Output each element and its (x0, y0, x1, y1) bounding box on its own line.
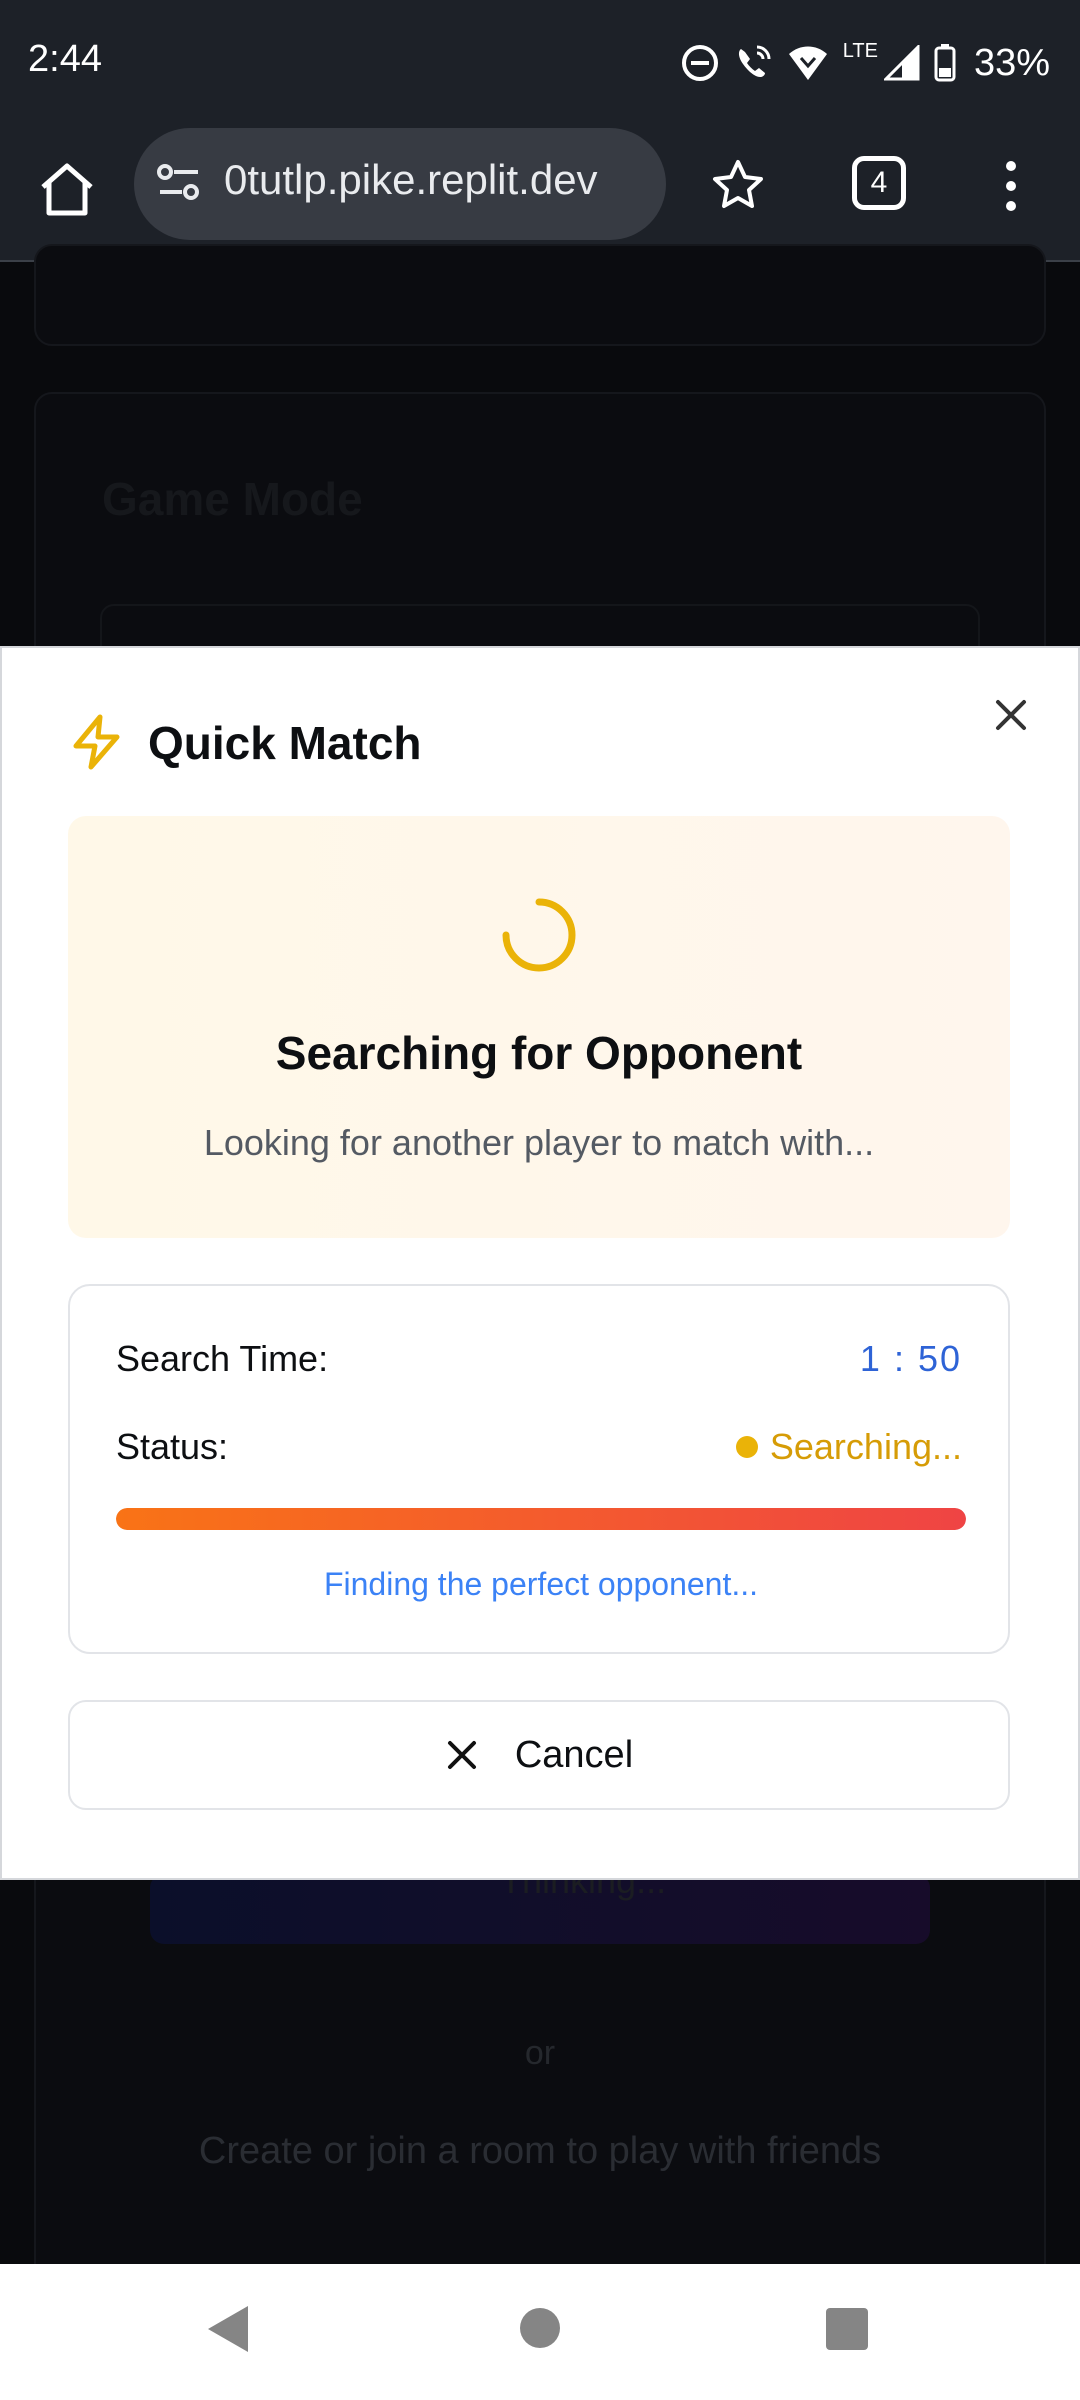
lightning-icon (73, 714, 120, 770)
dialog-title: Quick Match (148, 717, 422, 769)
url-text[interactable]: 0tutlp.pike.replit.dev (224, 156, 654, 204)
do-not-disturb-icon (681, 45, 718, 81)
tab-switcher-button[interactable]: 4 (852, 156, 906, 210)
status-text: Searching... (769, 1426, 962, 1467)
search-progress-bar (116, 1508, 966, 1530)
cancel-button[interactable]: Cancel (68, 1700, 1010, 1810)
search-time-label: Search Time: (116, 1338, 329, 1379)
browser-toolbar: 0tutlp.pike.replit.dev 4 (0, 126, 1080, 262)
home-button[interactable] (34, 156, 100, 222)
navigation-bar (0, 2264, 1080, 2400)
clock: 2:44 (28, 38, 102, 80)
status-value: Searching... (735, 1426, 962, 1468)
status-icons: LTE 33% (681, 38, 1050, 88)
status-label: Status: (116, 1426, 229, 1467)
battery-percent: 33% (973, 41, 1050, 84)
search-subtext: Looking for another player to match with… (203, 1122, 875, 1163)
room-hint: Create or join a room to play with frien… (198, 2130, 882, 2172)
address-bar[interactable]: 0tutlp.pike.replit.dev (134, 128, 666, 240)
recents-icon[interactable] (826, 2308, 868, 2350)
more-options-icon[interactable] (996, 156, 1026, 216)
close-icon[interactable] (988, 692, 1034, 738)
search-status-panel: Searching for Opponent Looking for anoth… (68, 816, 1010, 1238)
background-card-top (34, 244, 1046, 346)
search-info-card: Search Time: 1 : 50 Status: Searching...… (68, 1284, 1010, 1654)
game-mode-heading: Game Mode (102, 473, 363, 525)
finding-opponent-text: Finding the perfect opponent... (323, 1566, 759, 1602)
network-type: LTE (842, 40, 878, 62)
home-icon (41, 163, 93, 216)
search-time-value: 1 : 50 (859, 1338, 962, 1379)
close-icon (447, 1741, 476, 1769)
bookmark-star-icon[interactable] (708, 156, 768, 216)
signal-icon (883, 45, 920, 81)
status-bar: 2:44 LTE 33% (0, 0, 1080, 126)
search-heading: Searching for Opponent (275, 1027, 803, 1079)
battery-icon (934, 44, 956, 82)
cancel-label: Cancel (514, 1733, 634, 1776)
home-nav-icon[interactable] (520, 2308, 560, 2348)
wifi-icon (788, 46, 827, 80)
site-settings-icon[interactable] (156, 162, 202, 202)
divider-or: or (524, 2034, 556, 2072)
progress-fill (116, 1508, 966, 1530)
loading-spinner-icon (502, 898, 576, 972)
wifi-call-icon (738, 45, 771, 77)
status-dot (735, 1436, 758, 1458)
back-icon[interactable] (206, 2304, 250, 2354)
